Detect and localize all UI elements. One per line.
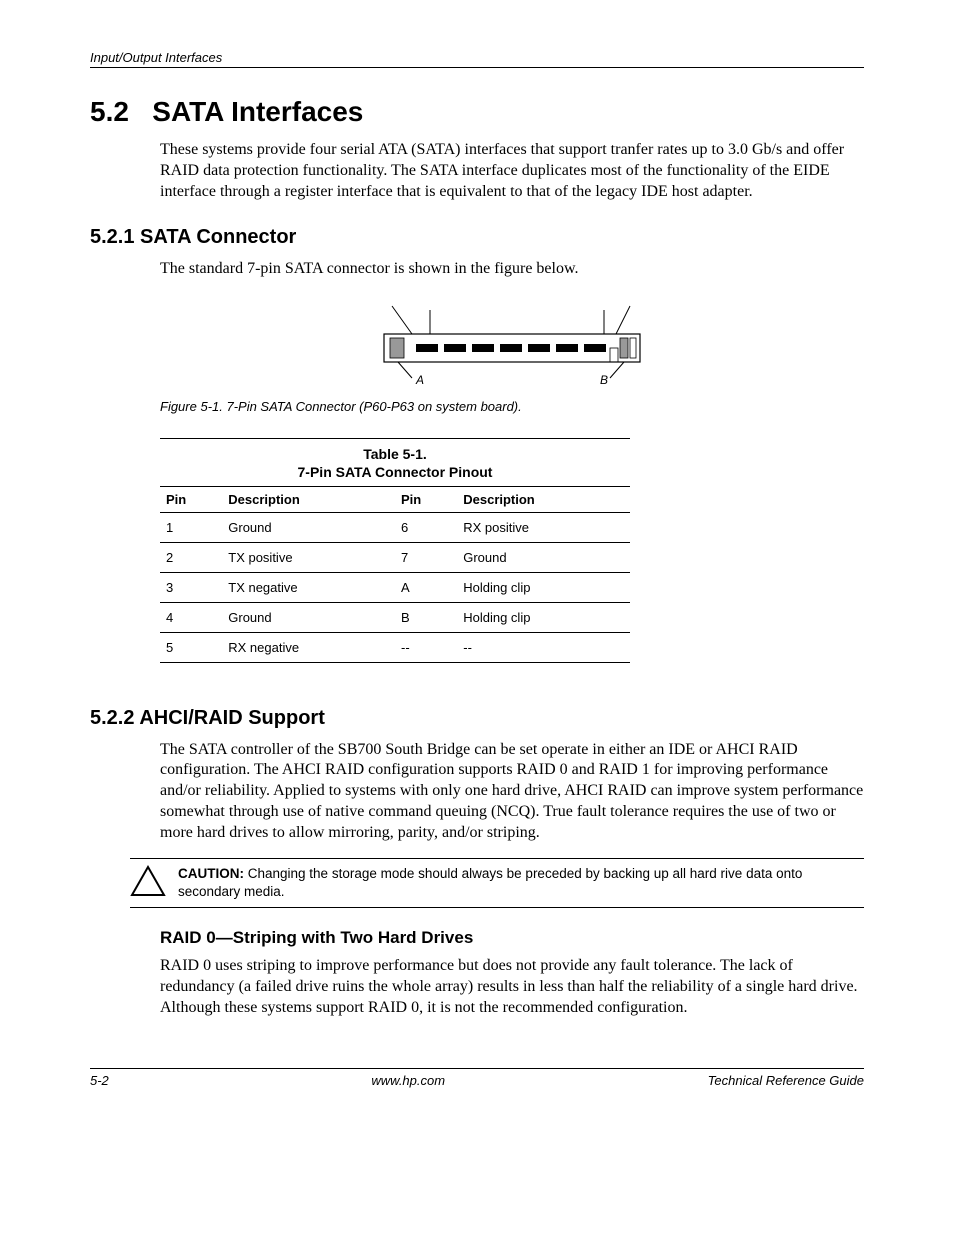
table-row: 2 TX positive 7 Ground — [160, 542, 630, 572]
cell: Ground — [457, 542, 630, 572]
subsection-title: AHCI/RAID Support — [139, 707, 325, 729]
chapter-title: Input/Output Interfaces — [90, 50, 222, 65]
footer-page-number: 5-2 — [90, 1073, 109, 1088]
figure-5-1-caption: Figure 5-1. 7-Pin SATA Connector (P60-P6… — [160, 399, 864, 414]
section-number: 5.2 — [90, 96, 129, 127]
cell: TX negative — [222, 572, 395, 602]
table-row: 3 TX negative A Holding clip — [160, 572, 630, 602]
cell: -- — [457, 632, 630, 662]
cell: 7 — [395, 542, 457, 572]
section-5-2-1-heading: 5.2.1 SATA Connector — [90, 226, 864, 249]
raid0-paragraph: RAID 0 uses striping to improve performa… — [160, 956, 864, 1018]
raid0-heading: RAID 0—Striping with Two Hard Drives — [160, 928, 864, 948]
th-desc2: Description — [457, 486, 630, 512]
cell: Holding clip — [457, 572, 630, 602]
caution-text: CAUTION: Changing the storage mode shoul… — [178, 865, 864, 901]
cell: Ground — [222, 512, 395, 542]
table-title-text: 7-Pin SATA Connector Pinout — [298, 464, 493, 480]
cell: 5 — [160, 632, 222, 662]
table-header-row: Pin Description Pin Description — [160, 486, 630, 512]
cell: Ground — [222, 602, 395, 632]
pinout-table: Pin Description Pin Description 1 Ground… — [160, 486, 630, 663]
footer-doc-title: Technical Reference Guide — [708, 1073, 864, 1088]
cell: 2 — [160, 542, 222, 572]
table-row: 5 RX negative -- -- — [160, 632, 630, 662]
subsection-title: SATA Connector — [140, 226, 296, 248]
cell: B — [395, 602, 457, 632]
cell: 6 — [395, 512, 457, 542]
cell: A — [395, 572, 457, 602]
cell: Holding clip — [457, 602, 630, 632]
subsection-number: 5.2.1 — [90, 226, 134, 248]
page-footer: 5-2 www.hp.com Technical Reference Guide — [90, 1068, 864, 1088]
section-5-2-2-paragraph: The SATA controller of the SB700 South B… — [160, 740, 864, 844]
footer-url: www.hp.com — [371, 1073, 445, 1088]
cell: 3 — [160, 572, 222, 602]
section-5-2-2-heading: 5.2.2 AHCI/RAID Support — [90, 707, 864, 730]
cell: -- — [395, 632, 457, 662]
section-5-2-1-paragraph: The standard 7-pin SATA connector is sho… — [160, 259, 864, 280]
th-pin2: Pin — [395, 486, 457, 512]
cell: TX positive — [222, 542, 395, 572]
cell: RX positive — [457, 512, 630, 542]
cell: 4 — [160, 602, 222, 632]
cell: 1 — [160, 512, 222, 542]
page-header: Input/Output Interfaces — [90, 50, 864, 68]
table-number: Table 5-1. — [363, 446, 427, 462]
section-5-2-paragraph: These systems provide four serial ATA (S… — [160, 140, 864, 202]
section-title: SATA Interfaces — [152, 96, 363, 127]
cell: RX negative — [222, 632, 395, 662]
table-5-1: Table 5-1. 7-Pin SATA Connector Pinout P… — [160, 438, 630, 662]
caution-body: Changing the storage mode should always … — [178, 866, 802, 899]
caution-icon — [130, 865, 166, 897]
figure-5-1: A B Figure 5-1. 7-Pin SATA Connector (P6… — [160, 298, 864, 414]
table-row: 4 Ground B Holding clip — [160, 602, 630, 632]
section-5-2-heading: 5.2 SATA Interfaces — [90, 96, 864, 128]
figure-label-b: B — [600, 373, 608, 387]
th-desc: Description — [222, 486, 395, 512]
caution-label: CAUTION: — [178, 866, 244, 881]
figure-label-a: A — [415, 373, 424, 387]
sata-connector-diagram: A B — [382, 298, 642, 388]
th-pin: Pin — [160, 486, 222, 512]
subsection-number: 5.2.2 — [90, 707, 134, 729]
table-row: 1 Ground 6 RX positive — [160, 512, 630, 542]
caution-block: CAUTION: Changing the storage mode shoul… — [130, 858, 864, 908]
